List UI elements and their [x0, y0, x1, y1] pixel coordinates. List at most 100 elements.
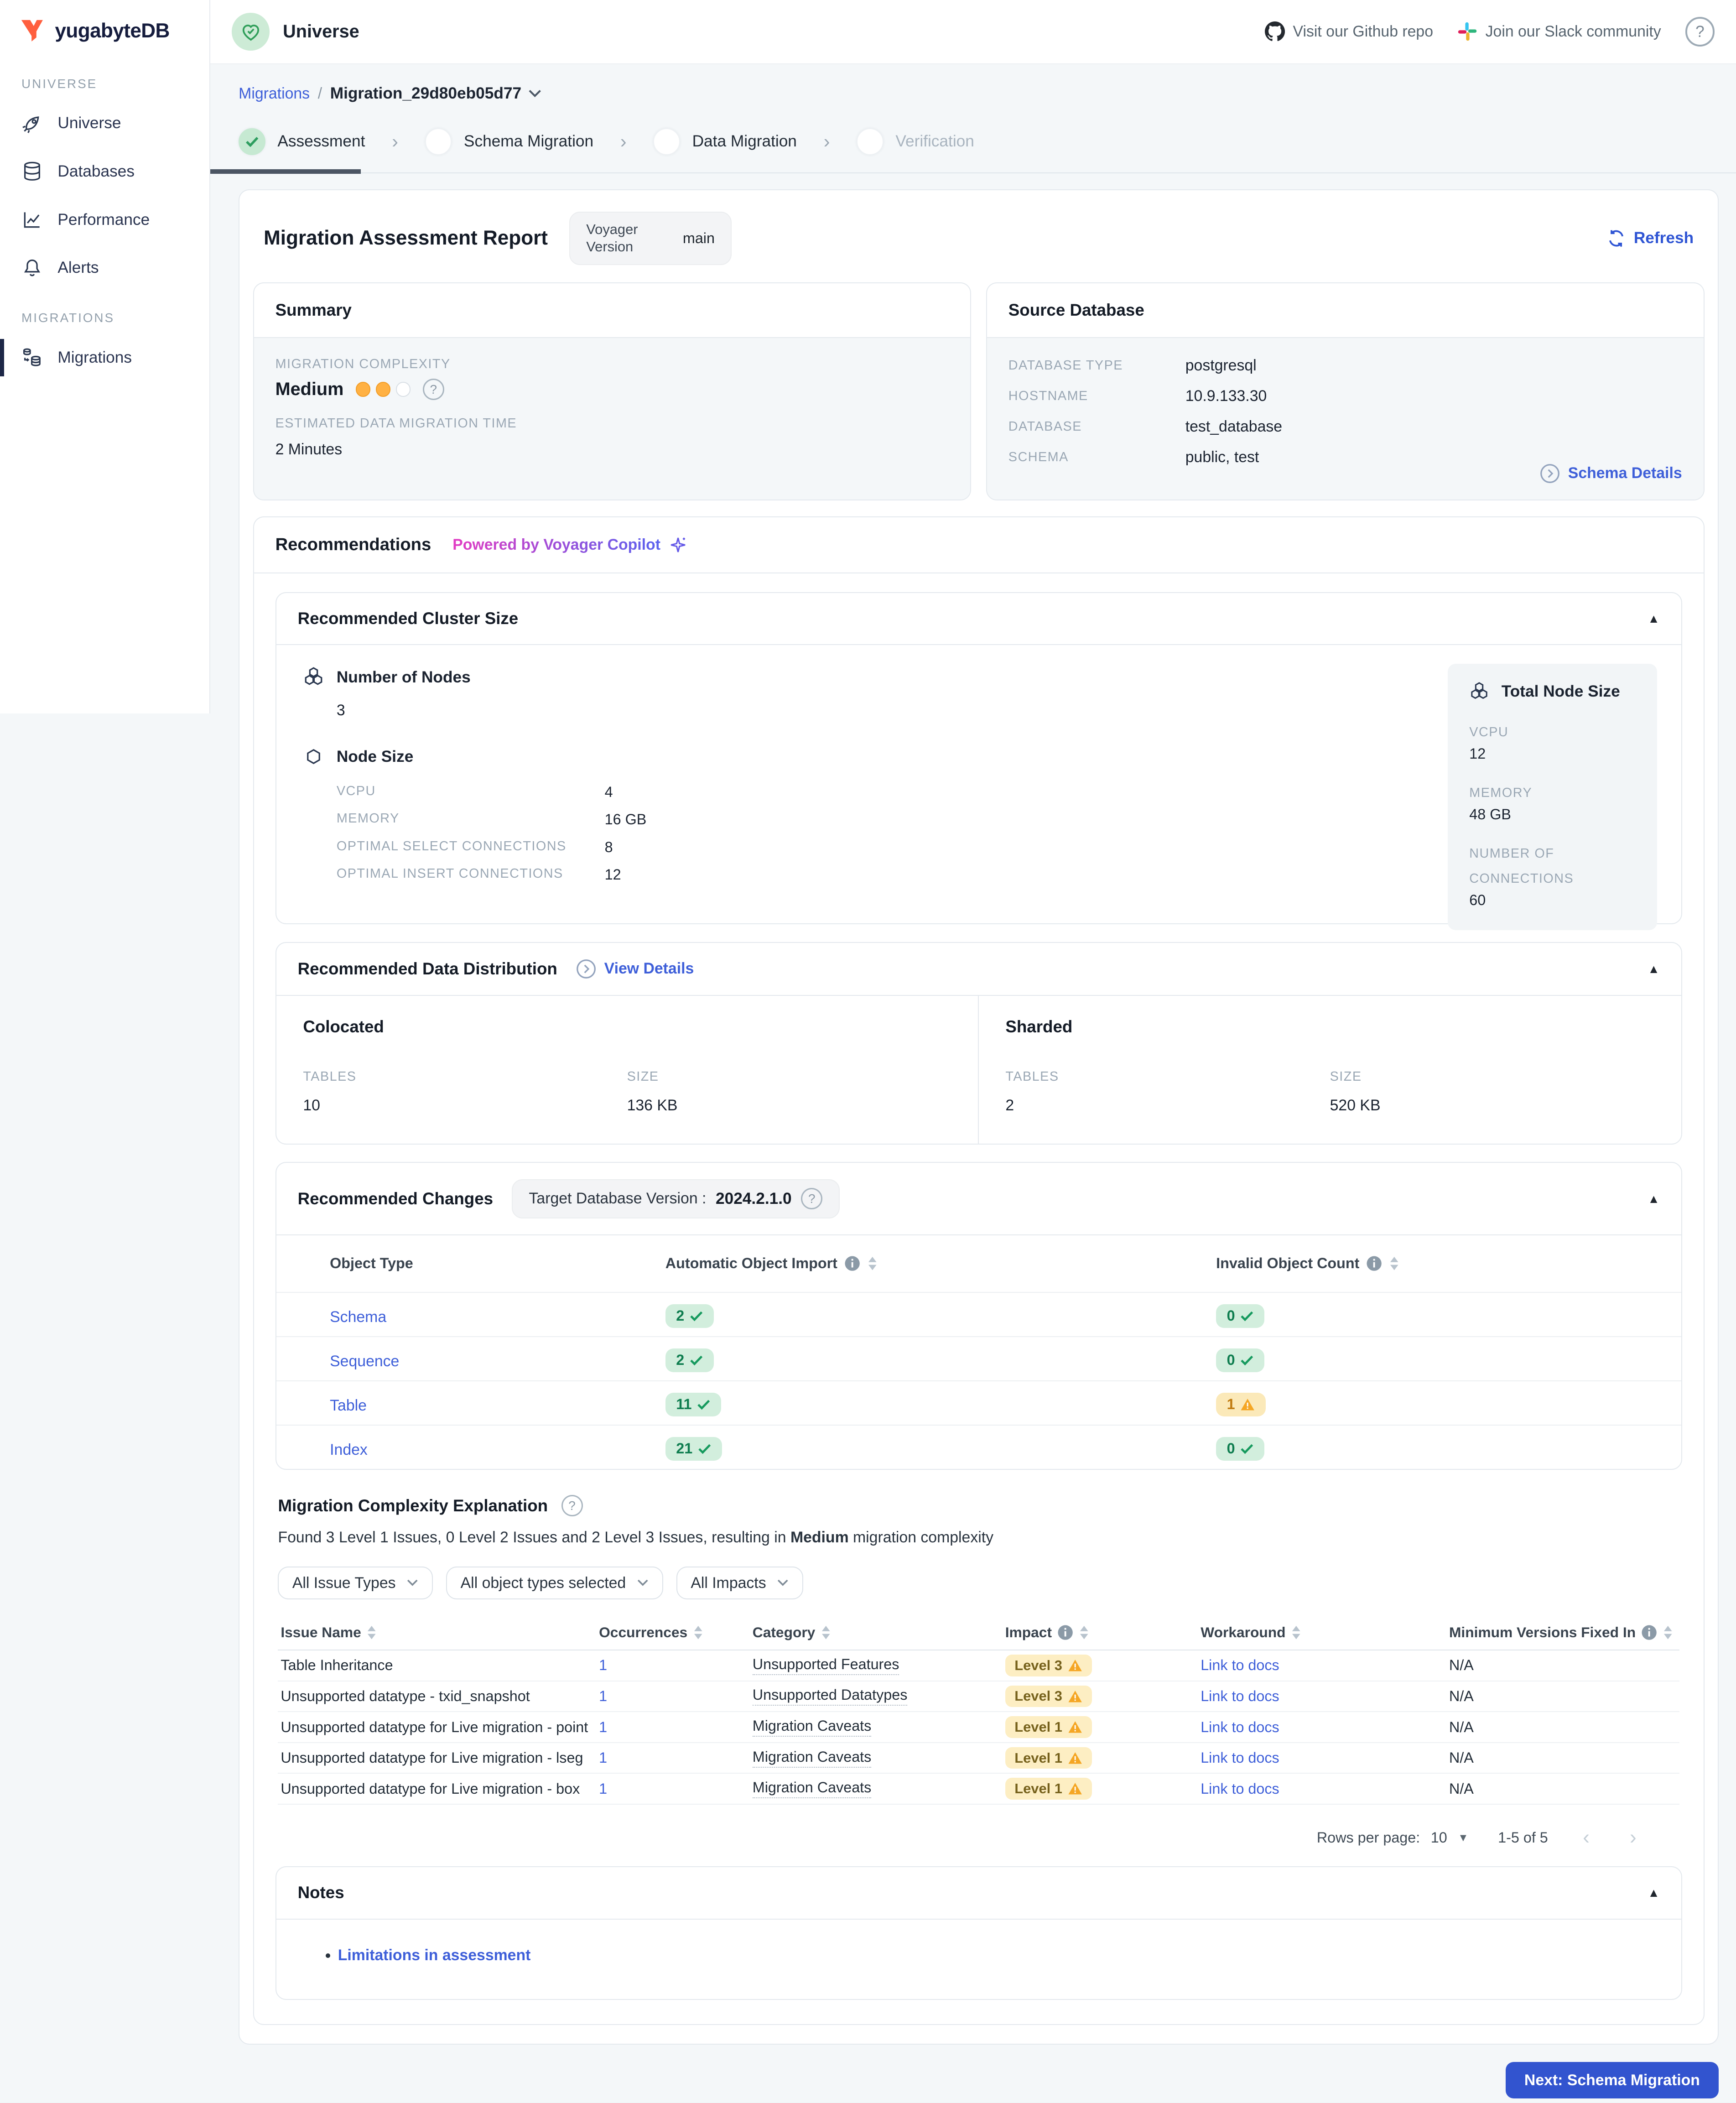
- col-workaround[interactable]: Workaround: [1201, 1624, 1449, 1641]
- collapse-icon[interactable]: ▲: [1648, 963, 1659, 975]
- pagination: Rows per page: 10 ▼ 1-5 of 5 ‹ ›: [278, 1826, 1679, 1849]
- table-row: Table 11 1: [276, 1380, 1681, 1425]
- total-memory-value: 48 GB: [1469, 806, 1635, 823]
- sharded-tables-value: 2: [1005, 1097, 1330, 1114]
- sidebar-item-databases[interactable]: Databases: [0, 147, 209, 196]
- est-time-label: ESTIMATED DATA MIGRATION TIME: [275, 416, 949, 431]
- collapse-icon[interactable]: ▲: [1648, 1887, 1659, 1899]
- colocated-panel: Colocated TABLES10 SIZE136 KB: [276, 996, 979, 1144]
- help-icon[interactable]: ?: [1685, 17, 1715, 47]
- limitations-link[interactable]: Limitations in assessment: [338, 1947, 531, 1964]
- next-schema-migration-button[interactable]: Next: Schema Migration: [1506, 2062, 1719, 2098]
- sharded-panel: Sharded TABLES2 SIZE520 KB: [979, 996, 1681, 1144]
- sharded-title: Sharded: [1005, 1017, 1654, 1036]
- refresh-icon: [1607, 229, 1626, 248]
- object-type-link[interactable]: Schema: [330, 1308, 386, 1326]
- sidebar-item-label: Universe: [57, 114, 121, 132]
- total-connections-label: NUMBER OF CONNECTIONS: [1469, 846, 1574, 886]
- issue-name: Unsupported datatype - txid_snapshot: [281, 1688, 599, 1705]
- import-count-badge: 21: [665, 1437, 722, 1461]
- occurrences-link[interactable]: 1: [599, 1719, 607, 1735]
- db-type-value: postgresql: [1185, 357, 1257, 375]
- step-schema-migration[interactable]: Schema Migration: [425, 128, 593, 155]
- pagination-range: 1-5 of 5: [1498, 1829, 1548, 1846]
- sidebar-item-migrations[interactable]: Migrations: [0, 333, 209, 382]
- workaround-link[interactable]: Link to docs: [1201, 1780, 1279, 1797]
- insert-connections-label: OPTIMAL INSERT CONNECTIONS: [337, 866, 605, 883]
- rows-per-page-value: 10: [1431, 1829, 1447, 1846]
- collapse-icon[interactable]: ▲: [1648, 1193, 1659, 1205]
- target-version-help-icon[interactable]: ?: [801, 1188, 822, 1209]
- sidebar: yugabyteDB UNIVERSE Universe Datab: [0, 0, 210, 713]
- object-type-link[interactable]: Index: [330, 1441, 368, 1458]
- warning-icon: [1068, 1751, 1082, 1765]
- summary-card: Summary MIGRATION COMPLEXITY Medium: [253, 282, 972, 500]
- sidebar-item-performance[interactable]: Performance: [0, 196, 209, 244]
- info-icon: [1057, 1624, 1073, 1640]
- complexity-dot-filled: [356, 382, 370, 396]
- step-assessment[interactable]: Assessment: [239, 128, 365, 155]
- sort-icon: [1291, 1624, 1302, 1640]
- complexity-help-icon[interactable]: ?: [423, 379, 444, 400]
- rows-per-page-select[interactable]: Rows per page: 10 ▼: [1317, 1829, 1469, 1846]
- object-type-link[interactable]: Table: [330, 1397, 367, 1414]
- github-link[interactable]: Visit our Github repo: [1265, 21, 1433, 42]
- est-time-value: 2 Minutes: [275, 441, 949, 458]
- object-type-link[interactable]: Sequence: [330, 1353, 399, 1370]
- sort-icon: [366, 1624, 377, 1640]
- collapse-icon[interactable]: ▲: [1648, 613, 1659, 625]
- previous-page-icon[interactable]: ‹: [1577, 1826, 1595, 1849]
- breadcrumb-current[interactable]: Migration_29d80eb05d77: [330, 84, 542, 103]
- data-distribution-title: Recommended Data Distribution: [298, 959, 557, 979]
- select-connections-label: OPTIMAL SELECT CONNECTIONS: [337, 839, 605, 856]
- check-icon: [690, 1354, 703, 1366]
- col-issue-name[interactable]: Issue Name: [281, 1624, 599, 1641]
- view-details-link[interactable]: View Details: [576, 959, 694, 979]
- issues-table: Issue Name Occurrences Category Impact W…: [278, 1616, 1679, 1805]
- occurrences-link[interactable]: 1: [599, 1657, 607, 1673]
- impacts-filter[interactable]: All Impacts: [676, 1567, 803, 1599]
- occurrences-link[interactable]: 1: [599, 1780, 607, 1797]
- chevron-right-icon: ›: [824, 131, 830, 152]
- workaround-link[interactable]: Link to docs: [1201, 1657, 1279, 1673]
- invalid-count-badge: 0: [1216, 1437, 1264, 1461]
- sidebar-item-alerts[interactable]: Alerts: [0, 244, 209, 292]
- schema-details-link[interactable]: Schema Details: [1540, 463, 1682, 484]
- next-page-icon[interactable]: ›: [1624, 1826, 1642, 1849]
- col-impact[interactable]: Impact: [1005, 1624, 1201, 1641]
- col-automatic-object-import[interactable]: Automatic Object Import: [665, 1255, 1216, 1272]
- fixed-in-value: N/A: [1449, 1688, 1677, 1705]
- col-category[interactable]: Category: [753, 1624, 1005, 1641]
- workaround-link[interactable]: Link to docs: [1201, 1749, 1279, 1766]
- step-circle: [425, 128, 452, 155]
- step-label: Data Migration: [692, 132, 797, 151]
- chevron-down-icon: [406, 1579, 418, 1587]
- memory-value: 16 GB: [605, 811, 647, 828]
- object-types-filter[interactable]: All object types selected: [446, 1567, 663, 1599]
- step-verification[interactable]: Verification: [857, 128, 974, 155]
- database-value: test_database: [1185, 418, 1282, 436]
- hostname-value: 10.9.133.30: [1185, 387, 1267, 405]
- workaround-link[interactable]: Link to docs: [1201, 1719, 1279, 1735]
- sidebar-item-universe[interactable]: Universe: [0, 99, 209, 147]
- sort-icon: [821, 1624, 832, 1640]
- database-label: DATABASE: [1008, 418, 1185, 436]
- app-root: yugabyteDB UNIVERSE Universe Datab: [0, 0, 1736, 2103]
- brand-name: yugabyteDB: [55, 20, 169, 42]
- step-data-migration[interactable]: Data Migration: [653, 128, 797, 155]
- import-count-badge: 2: [665, 1348, 714, 1372]
- workaround-link[interactable]: Link to docs: [1201, 1688, 1279, 1704]
- occurrences-link[interactable]: 1: [599, 1688, 607, 1704]
- breadcrumb-migrations[interactable]: Migrations: [239, 85, 310, 103]
- col-invalid-object-count[interactable]: Invalid Object Count: [1216, 1255, 1681, 1272]
- warning-icon: [1068, 1659, 1082, 1672]
- col-occurrences[interactable]: Occurrences: [599, 1624, 753, 1641]
- refresh-button[interactable]: Refresh: [1607, 229, 1694, 248]
- issue-types-filter[interactable]: All Issue Types: [278, 1567, 432, 1599]
- slack-link[interactable]: Join our Slack community: [1457, 21, 1661, 42]
- total-connections-value: 60: [1469, 892, 1635, 909]
- complexity-explanation-help-icon[interactable]: ?: [561, 1495, 583, 1516]
- col-min-versions-fixed-in[interactable]: Minimum Versions Fixed In: [1449, 1624, 1677, 1641]
- chevron-down-icon: [777, 1579, 789, 1587]
- occurrences-link[interactable]: 1: [599, 1749, 607, 1766]
